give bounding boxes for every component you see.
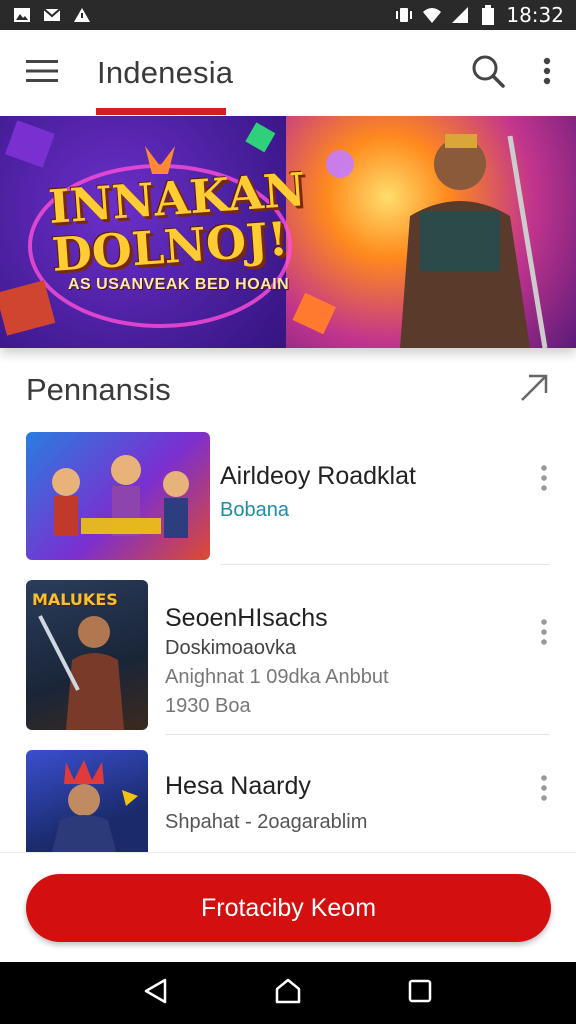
item-thumbnail bbox=[26, 432, 210, 560]
banner-title: INNAKAN DOLNOJ! bbox=[46, 162, 308, 282]
app-bar: Indenesia bbox=[0, 30, 576, 116]
more-vertical-icon bbox=[541, 774, 547, 806]
nav-recents-button[interactable] bbox=[396, 969, 444, 1017]
search-button[interactable] bbox=[458, 43, 518, 103]
item-title: SeoenHIsachs bbox=[165, 604, 328, 632]
divider bbox=[220, 564, 550, 565]
battery-icon bbox=[478, 5, 498, 25]
signal-icon bbox=[450, 6, 470, 24]
status-time: 18:32 bbox=[506, 3, 564, 27]
section-title: Pennansis bbox=[26, 372, 171, 407]
item-text: SeoenHIsachs Doskimoaovka Anighnat 1 09d… bbox=[165, 604, 389, 718]
item-overflow-button[interactable] bbox=[532, 614, 556, 654]
page-title: Indenesia bbox=[97, 55, 234, 90]
system-nav-bar bbox=[0, 962, 576, 1024]
banner-tagline: AS USANVEAK BED HOAIN bbox=[68, 276, 290, 293]
vibrate-icon bbox=[394, 6, 414, 24]
home-icon bbox=[274, 978, 302, 1009]
thumbnail-label: MALUKES bbox=[32, 590, 118, 609]
list-item[interactable]: Airldeoy Roadklat Bobana bbox=[0, 430, 576, 562]
arrow-up-right-icon bbox=[519, 373, 549, 408]
more-vertical-icon bbox=[541, 464, 547, 496]
item-title: Hesa Naardy bbox=[165, 772, 311, 800]
item-title: Airldeoy Roadklat bbox=[220, 462, 416, 490]
nav-back-button[interactable] bbox=[132, 969, 180, 1017]
more-vertical-icon bbox=[541, 618, 547, 650]
nav-home-button[interactable] bbox=[264, 969, 312, 1017]
list-item[interactable]: MALUKES SeoenHIsachs Doskimoaovka Anighn… bbox=[0, 578, 576, 732]
item-subtitle: Bobana bbox=[220, 499, 289, 521]
more-vertical-icon bbox=[543, 57, 551, 90]
item-subtitle: Shpahat - 2oagarablim bbox=[165, 811, 368, 833]
item-meta: 1930 Boa bbox=[165, 695, 251, 717]
divider bbox=[165, 734, 550, 735]
hero-banner[interactable]: INNAKAN DOLNOJ! AS USANVEAK BED HOAIN bbox=[0, 116, 576, 348]
bottom-action-bar: Frotaciby Keom bbox=[0, 852, 576, 962]
item-overflow-button[interactable] bbox=[532, 460, 556, 500]
item-description: Anighnat 1 09dka Anbbut bbox=[165, 666, 389, 688]
item-thumbnail bbox=[26, 750, 148, 852]
recents-square-icon bbox=[408, 979, 432, 1008]
section-header: Pennansis bbox=[0, 360, 576, 420]
item-text: Hesa Naardy Shpahat - 2oagarablim bbox=[165, 772, 367, 834]
item-subtitle: Doskimoaovka bbox=[165, 637, 297, 659]
list-item[interactable]: Hesa Naardy Shpahat - 2oagarablim bbox=[0, 748, 576, 852]
back-triangle-icon bbox=[143, 978, 169, 1009]
image-icon bbox=[12, 6, 32, 24]
search-icon bbox=[471, 54, 505, 93]
tab-indicator bbox=[96, 108, 226, 115]
status-bar: 18:32 bbox=[0, 0, 576, 30]
section-expand-button[interactable] bbox=[504, 360, 564, 420]
overflow-menu-button[interactable] bbox=[518, 43, 576, 103]
mail-icon bbox=[42, 6, 62, 24]
wifi-icon bbox=[422, 6, 442, 24]
primary-action-button[interactable]: Frotaciby Keom bbox=[26, 874, 551, 942]
menu-button[interactable] bbox=[0, 30, 84, 116]
item-overflow-button[interactable] bbox=[532, 770, 556, 810]
hamburger-icon bbox=[26, 59, 58, 87]
item-thumbnail: MALUKES bbox=[26, 580, 148, 730]
item-text: Airldeoy Roadklat Bobana bbox=[220, 462, 416, 522]
download-icon bbox=[72, 6, 92, 24]
